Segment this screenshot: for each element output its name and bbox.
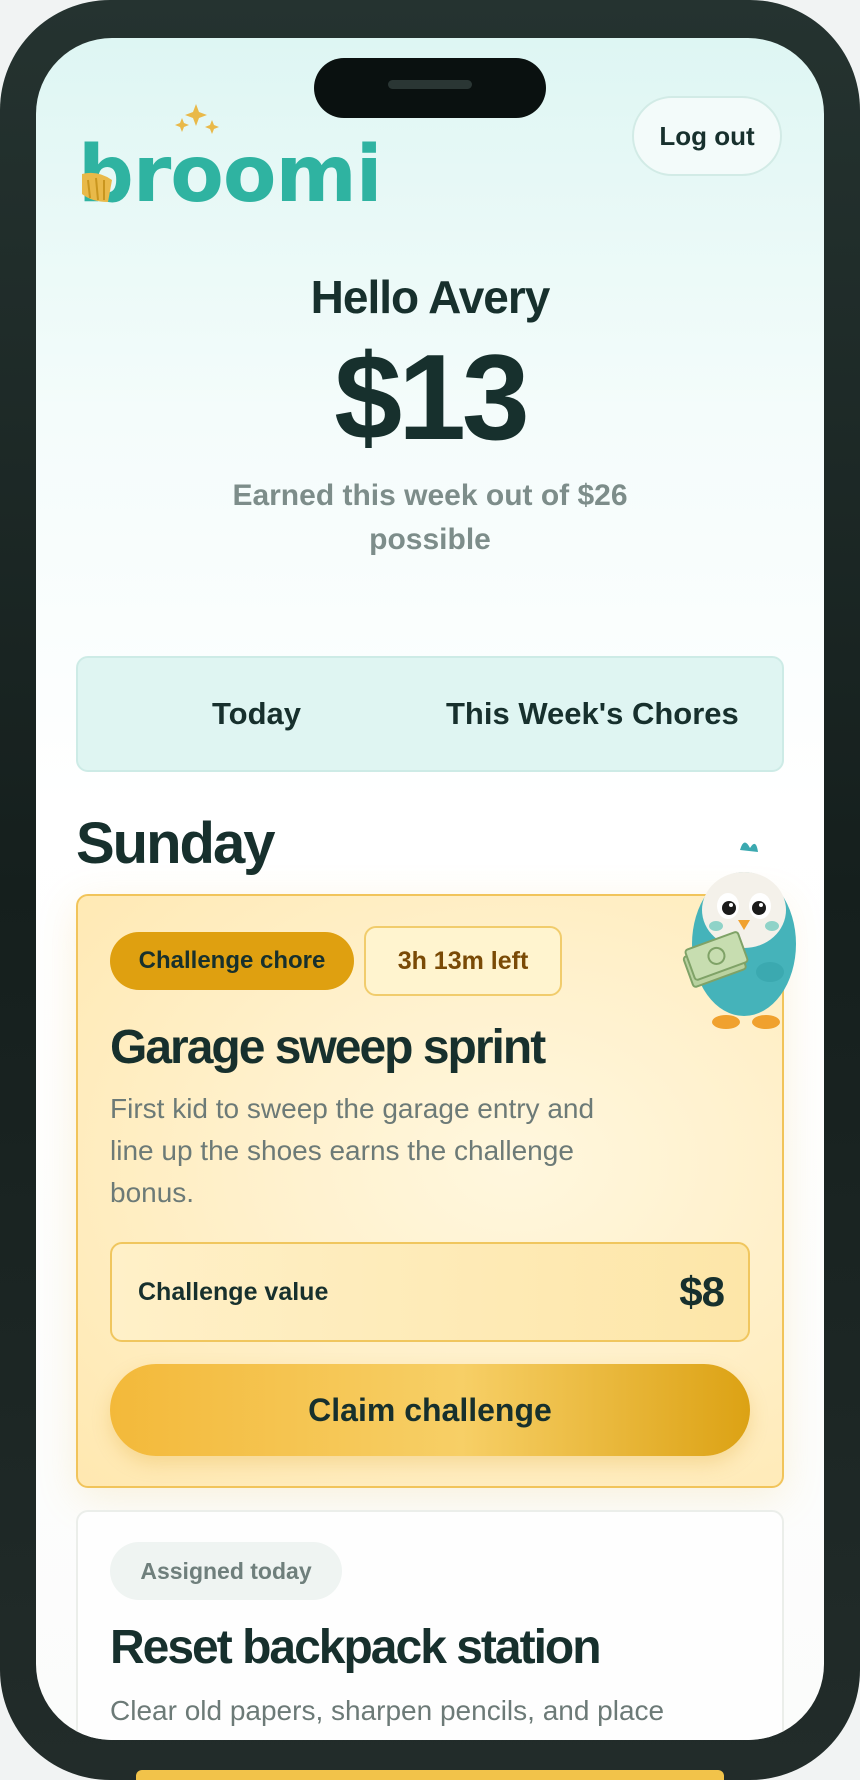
device-frame: broomi Log out Hello Avery $13 Earned th… <box>0 0 860 1780</box>
logo-wordmark: broomi <box>78 130 382 220</box>
earned-amount: $13 <box>334 329 530 465</box>
view-tabs: Today This Week's Chores <box>76 656 784 772</box>
challenge-value-box: Challenge value $8 <box>110 1242 750 1342</box>
challenge-badge: Challenge chore <box>110 932 354 990</box>
assigned-badge: Assigned today <box>110 1542 342 1600</box>
broomi-logo: broomi <box>78 100 382 224</box>
tab-this-weeks-chores[interactable]: This Week's Chores <box>446 658 739 770</box>
penguin-mascot-icon <box>682 842 796 1029</box>
assigned-description: Clear old papers, sharpen pencils, and p… <box>110 1695 665 1726</box>
logout-button[interactable]: Log out <box>632 96 782 176</box>
challenge-chore-card: Challenge chore 3h 13m left Garage sweep… <box>76 842 796 1488</box>
earned-subtitle: Earned this week out of $26 possible <box>232 479 628 556</box>
day-heading: Sunday <box>76 811 275 876</box>
dynamic-island <box>314 58 546 118</box>
assigned-chore-card[interactable]: Assigned today Reset backpack station Cl… <box>76 1510 784 1740</box>
challenge-description: First kid to sweep the garage entry and … <box>110 1093 595 1208</box>
assigned-title: Reset backpack station <box>110 1621 602 1674</box>
bottom-bar <box>136 1770 724 1780</box>
challenge-value-amount: $8 <box>679 1268 725 1315</box>
broom-icon <box>82 172 112 202</box>
speaker-slot <box>388 80 472 89</box>
tab-today[interactable]: Today <box>212 658 301 770</box>
app-screen: broomi Log out Hello Avery $13 Earned th… <box>36 38 824 1740</box>
challenge-title: Garage sweep sprint <box>110 1021 546 1074</box>
claim-challenge-button[interactable]: Claim challenge <box>110 1364 750 1456</box>
greeting: Hello Avery <box>310 271 551 323</box>
time-left-badge: 3h 13m left <box>364 926 562 996</box>
challenge-value-label: Challenge value <box>138 1277 329 1306</box>
